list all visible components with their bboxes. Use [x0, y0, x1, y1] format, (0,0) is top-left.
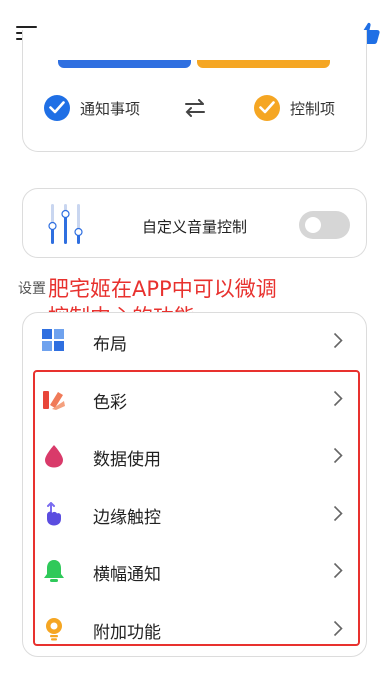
- control-check-icon[interactable]: [254, 95, 280, 121]
- settings-section-label: 设置: [18, 281, 46, 297]
- settings-item-layout[interactable]: 布局: [22, 312, 367, 369]
- equalizer-icon: [48, 202, 84, 246]
- layout-icon: [42, 329, 66, 353]
- custom-volume-label: 自定义音量控制: [142, 218, 248, 236]
- swap-icon[interactable]: [184, 99, 206, 117]
- notify-label[interactable]: 通知事项: [80, 98, 140, 119]
- panel-style-card: [22, 30, 367, 152]
- control-indicator-bar: [197, 60, 330, 68]
- notify-indicator-bar: [58, 60, 191, 68]
- chevron-right-icon: [333, 332, 343, 349]
- toggle-knob: [305, 217, 321, 233]
- settings-item-label: 布局: [93, 335, 127, 355]
- volume-toggle[interactable]: [299, 211, 350, 239]
- notify-check-icon[interactable]: [44, 95, 70, 121]
- control-label[interactable]: 控制项: [290, 98, 335, 119]
- annotation-highlight-box: [33, 370, 360, 646]
